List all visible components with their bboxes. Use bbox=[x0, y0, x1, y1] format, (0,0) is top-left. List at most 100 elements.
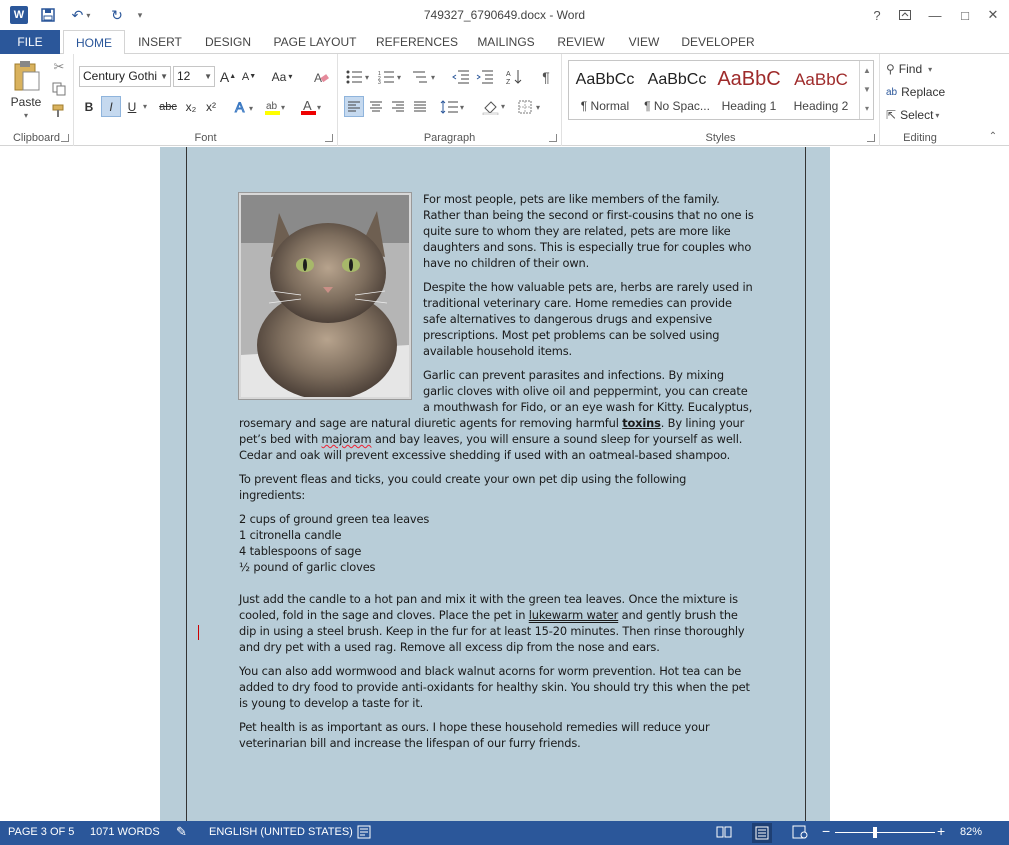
help-button[interactable]: ? bbox=[864, 4, 890, 26]
tab-developer[interactable]: DEVELOPER bbox=[676, 30, 760, 54]
svg-text:A: A bbox=[314, 71, 322, 84]
bold-button[interactable]: B bbox=[80, 96, 98, 117]
clipboard-launcher-icon[interactable] bbox=[61, 134, 69, 142]
close-button[interactable]: ✕ bbox=[980, 4, 1006, 26]
tab-view[interactable]: VIEW bbox=[622, 30, 666, 54]
style-sample: AaBbC bbox=[717, 68, 781, 90]
restore-button[interactable]: □ bbox=[952, 4, 978, 26]
font-launcher-icon[interactable] bbox=[325, 134, 333, 142]
underline-button[interactable]: U bbox=[124, 96, 140, 117]
collapse-ribbon-icon[interactable]: ⌃ bbox=[986, 130, 1000, 142]
find-button[interactable]: ⚲ Find ▾ bbox=[886, 59, 956, 79]
svg-text:▾: ▾ bbox=[460, 103, 464, 112]
svg-text:ab: ab bbox=[266, 101, 278, 112]
zoom-slider[interactable] bbox=[835, 827, 935, 838]
change-case-button[interactable]: Aa ▾ bbox=[267, 66, 297, 87]
tab-design[interactable]: DESIGN bbox=[198, 30, 258, 54]
word-count[interactable]: 1071 WORDS bbox=[90, 826, 160, 838]
clear-formatting-icon[interactable]: A bbox=[310, 66, 332, 87]
language[interactable]: ENGLISH (UNITED STATES) bbox=[209, 826, 353, 838]
style-name: ¶ Normal bbox=[580, 99, 630, 113]
shrink-font-button[interactable]: A ▼ bbox=[240, 66, 258, 87]
paragraph-launcher-icon[interactable] bbox=[549, 134, 557, 142]
paragraph-label: Paragraph bbox=[423, 132, 476, 144]
style-normal[interactable]: AaBbCc ¶ Normal bbox=[569, 61, 641, 119]
tab-insert[interactable]: INSERT bbox=[132, 30, 188, 54]
document-title: 749327_6790649.docx - Word bbox=[423, 8, 586, 22]
style-no-spacing[interactable]: AaBbCc ¶ No Spac... bbox=[641, 61, 713, 119]
font-family-select[interactable]: Century Gothi ▼ bbox=[79, 66, 171, 87]
subscript-button[interactable]: x₂ bbox=[182, 96, 200, 117]
lukewarm-water-link[interactable]: lukewarm water bbox=[529, 608, 619, 622]
tab-references[interactable]: REFERENCES bbox=[372, 30, 462, 54]
underline-dropdown-icon[interactable]: ▾ bbox=[140, 96, 150, 117]
align-right-icon[interactable] bbox=[388, 96, 408, 117]
tab-home[interactable]: HOME bbox=[63, 30, 125, 55]
grow-font-button[interactable]: A ▲ bbox=[219, 66, 237, 87]
superscript-button[interactable]: x² bbox=[202, 96, 220, 117]
tab-mailings[interactable]: MAILINGS bbox=[472, 30, 540, 54]
zoom-out-button[interactable]: − bbox=[822, 823, 830, 839]
numbering-icon[interactable]: 1 2 3 ▾ bbox=[376, 66, 406, 87]
list-item: ½ pound of garlic cloves bbox=[239, 560, 376, 574]
styles-launcher-icon[interactable] bbox=[867, 134, 875, 142]
read-mode-icon[interactable] bbox=[716, 825, 732, 842]
font-color-icon[interactable]: A ▾ bbox=[298, 96, 326, 117]
paste-icon[interactable] bbox=[6, 58, 46, 94]
align-center-icon[interactable] bbox=[366, 96, 386, 117]
align-left-icon[interactable] bbox=[344, 96, 364, 117]
highlight-color-icon[interactable]: ab ▾ bbox=[262, 96, 290, 117]
ribbon-display-options-icon[interactable] bbox=[892, 4, 918, 26]
tab-page-layout[interactable]: PAGE LAYOUT bbox=[268, 30, 362, 54]
zoom-slider-thumb[interactable] bbox=[873, 827, 877, 838]
document-body[interactable]: For most people, pets are like members o… bbox=[239, 191, 754, 759]
copy-icon[interactable] bbox=[50, 80, 68, 98]
styles-scroll-down-icon[interactable]: ▼ bbox=[860, 80, 874, 99]
borders-icon[interactable]: ▾ bbox=[516, 96, 546, 117]
title-bar: W ↶ ▾ ↻ ▾ 749327_6790649.docx - Word ? — … bbox=[0, 0, 1009, 30]
line-spacing-icon[interactable]: ▾ bbox=[438, 96, 468, 117]
replace-button[interactable]: ab Replace bbox=[886, 82, 958, 102]
zoom-level[interactable]: 82% bbox=[960, 826, 982, 838]
bullets-icon[interactable]: ▾ bbox=[344, 66, 374, 87]
style-heading-1[interactable]: AaBbC Heading 1 bbox=[713, 61, 785, 119]
show-formatting-marks-icon[interactable]: ¶ bbox=[536, 66, 556, 87]
print-layout-icon[interactable] bbox=[752, 823, 772, 843]
decrease-indent-icon[interactable] bbox=[450, 66, 472, 87]
cat-photo[interactable] bbox=[239, 193, 411, 399]
page-count[interactable]: PAGE 3 OF 5 bbox=[8, 826, 74, 838]
page-border-right bbox=[805, 147, 806, 821]
italic-button[interactable]: I bbox=[101, 96, 121, 117]
font-size-select[interactable]: 12 ▼ bbox=[173, 66, 215, 87]
justify-icon[interactable] bbox=[410, 96, 430, 117]
select-button[interactable]: ⇱ Select ▾ bbox=[886, 105, 956, 125]
status-bar: PAGE 3 OF 5 1071 WORDS ✎ ENGLISH (UNITED… bbox=[0, 821, 1009, 845]
styles-more-icon[interactable]: ▾ bbox=[860, 99, 874, 118]
cut-icon[interactable]: ✂ bbox=[50, 58, 68, 76]
web-layout-icon[interactable] bbox=[792, 825, 808, 842]
macro-recording-icon[interactable] bbox=[357, 825, 371, 842]
styles-scroll-up-icon[interactable]: ▲ bbox=[860, 61, 874, 80]
style-sample: AaBbC bbox=[794, 70, 848, 89]
strikethrough-button[interactable]: abc bbox=[156, 96, 180, 117]
paste-button[interactable]: Paste bbox=[6, 94, 46, 110]
paste-dropdown-icon[interactable]: ▾ bbox=[6, 110, 46, 120]
tab-review[interactable]: REVIEW bbox=[550, 30, 612, 54]
increase-indent-icon[interactable] bbox=[474, 66, 496, 87]
misspelled-word[interactable]: majoram bbox=[322, 432, 372, 446]
shading-icon[interactable]: ▾ bbox=[480, 96, 510, 117]
page[interactable]: For most people, pets are like members o… bbox=[160, 147, 830, 821]
text-effects-icon[interactable]: A ▾ bbox=[232, 96, 258, 117]
multilevel-list-icon[interactable]: ▾ bbox=[410, 66, 440, 87]
format-painter-icon[interactable] bbox=[50, 102, 68, 120]
proofing-icon[interactable]: ✎ bbox=[176, 824, 187, 840]
style-heading-2[interactable]: AaBbC Heading 2 bbox=[785, 61, 857, 119]
replace-icon: ab bbox=[886, 86, 898, 98]
paragraph-group: ▾ 1 2 3 ▾ ▾ AZ ¶ ▾ ▾ ▾ Paragraph bbox=[338, 54, 562, 146]
minimize-button[interactable]: — bbox=[922, 4, 948, 26]
style-name: Heading 1 bbox=[721, 99, 777, 113]
sort-icon[interactable]: AZ bbox=[504, 66, 526, 87]
zoom-in-button[interactable]: + bbox=[937, 823, 945, 839]
tab-file[interactable]: FILE bbox=[0, 30, 60, 54]
toxins-link[interactable]: toxins bbox=[622, 416, 661, 430]
